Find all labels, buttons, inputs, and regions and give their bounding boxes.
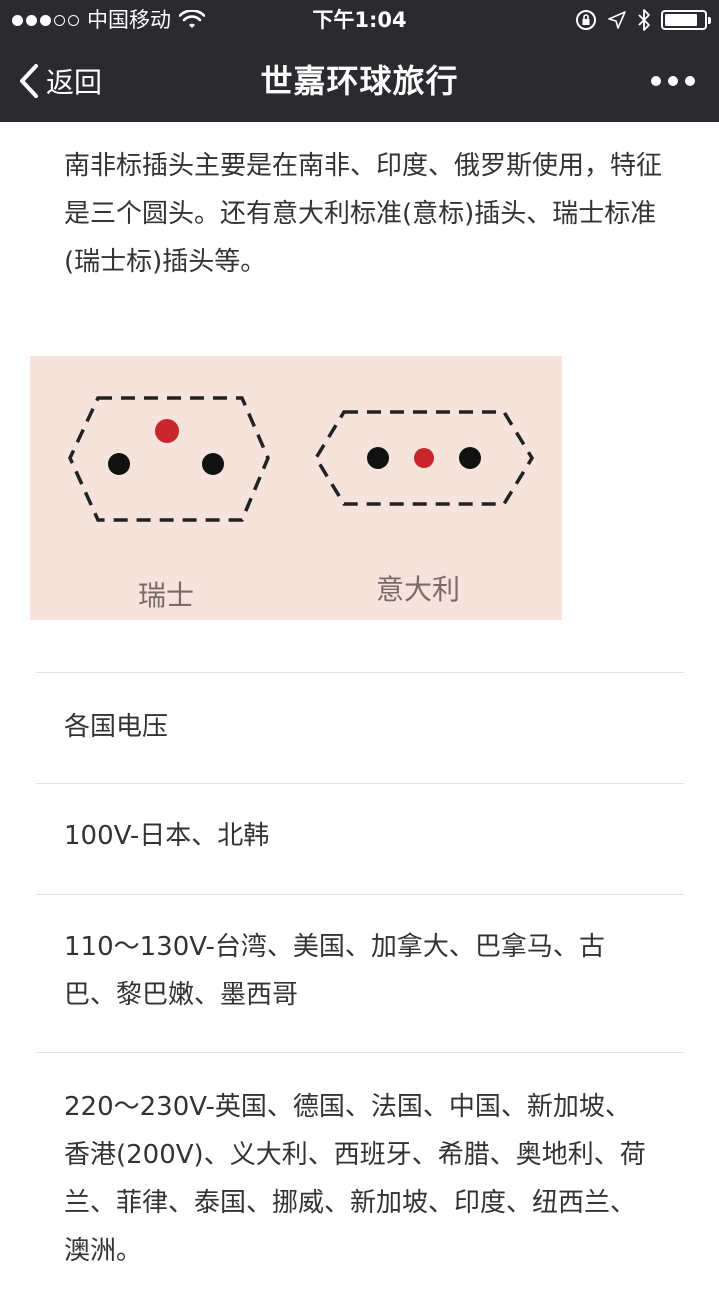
italian-pin-left <box>367 447 389 469</box>
plug-diagram <box>68 396 535 522</box>
swiss-pin-earth <box>155 419 179 443</box>
more-dot-icon <box>685 76 695 86</box>
list-item: 110～130V-台湾、美国、加拿大、巴拿马、古巴、黎巴嫩、墨西哥 <box>36 894 684 1052</box>
italian-pin-right <box>459 447 481 469</box>
swiss-plug-outline <box>68 396 270 522</box>
list-item-text: 100V-日本、北韩 <box>64 821 270 851</box>
list-item-text: 各国电压 <box>64 712 169 742</box>
intro-paragraph: 南非标插头主要是在南非、印度、俄罗斯使用，特征是三个圆头。还有意大利标准(意标)… <box>64 151 663 277</box>
swiss-pin-left <box>108 453 130 475</box>
italian-pin-earth <box>414 448 434 468</box>
battery-icon <box>661 10 711 30</box>
list-item: 220～230V-英国、德国、法国、中国、新加坡、香港(200V)、义大利、西班… <box>36 1052 684 1292</box>
list-item-text: 110～130V-台湾、美国、加拿大、巴拿马、古巴、黎巴嫩、墨西哥 <box>64 932 605 1010</box>
status-right <box>575 0 711 40</box>
top-bar: 中国移动 下午1:04 返回 世嘉环球旅行 <box>0 0 719 122</box>
more-dot-icon <box>668 76 678 86</box>
status-bar: 中国移动 下午1:04 <box>0 0 719 40</box>
italy-label: 意大利 <box>376 573 461 606</box>
orientation-lock-icon <box>576 10 596 30</box>
list-item: 各国电压 <box>36 672 684 783</box>
list-item-text: 220～230V-英国、德国、法国、中国、新加坡、香港(200V)、义大利、西班… <box>64 1092 646 1266</box>
list-item: 100V-日本、北韩 <box>36 783 684 894</box>
page-title: 世嘉环球旅行 <box>260 62 459 100</box>
location-arrow-icon <box>608 11 626 29</box>
plug-figure: 瑞士 意大利 <box>30 356 562 620</box>
bluetooth-icon <box>638 9 650 31</box>
swiss-label: 瑞士 <box>138 579 195 612</box>
swiss-pin-right <box>202 453 224 475</box>
nav-bar: 返回 世嘉环球旅行 <box>0 40 719 122</box>
more-dot-icon <box>651 76 661 86</box>
more-options-button[interactable] <box>651 40 695 122</box>
voltage-list: 各国电压 100V-日本、北韩 110～130V-台湾、美国、加拿大、巴拿马、古… <box>36 672 684 1292</box>
